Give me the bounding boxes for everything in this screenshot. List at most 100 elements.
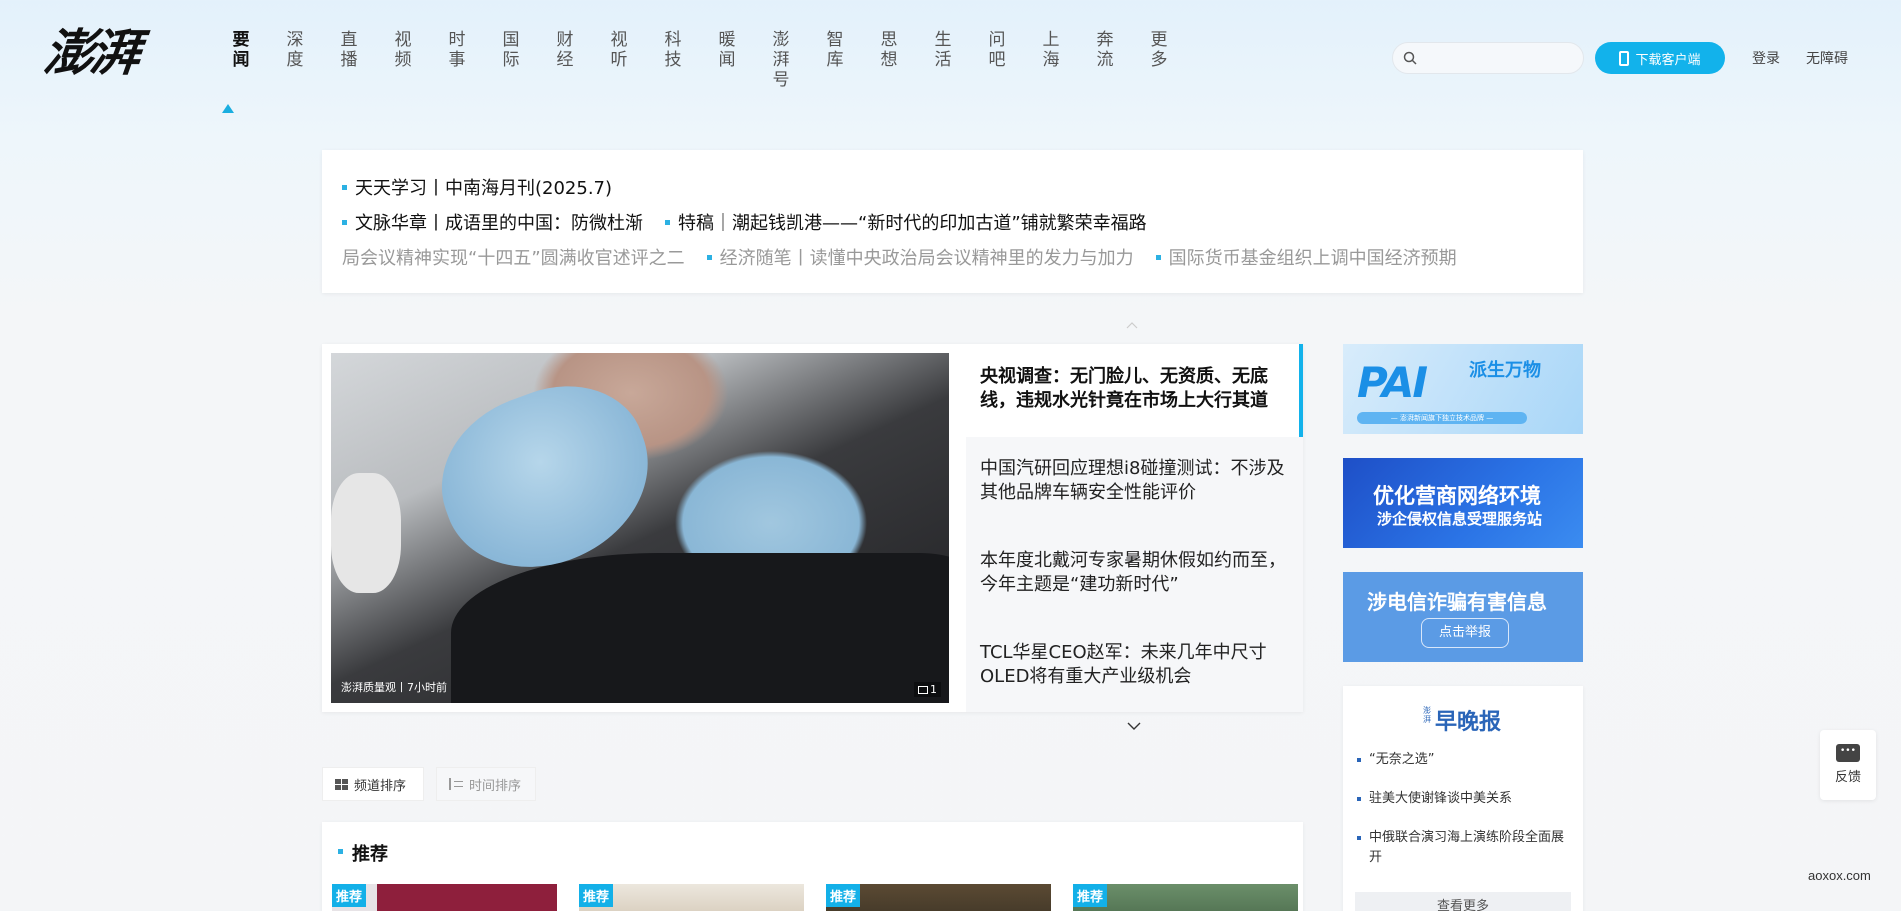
nav-item[interactable]: 视听 bbox=[592, 30, 646, 90]
download-app-button[interactable]: 下载客户端 bbox=[1595, 42, 1725, 74]
headline-photo[interactable]: 澎湃质量观丨7小时前 1 bbox=[331, 353, 949, 703]
nav-item[interactable]: 澎湃号 bbox=[754, 30, 808, 90]
nav-item[interactable]: 暖闻 bbox=[700, 30, 754, 90]
ticker-item-text[interactable]: 特稿｜潮起钱凯港——“新时代的印加古道”铺就繁荣幸福路 bbox=[678, 209, 1147, 235]
bullet-icon bbox=[342, 184, 347, 190]
nav-item-label: 暖闻 bbox=[718, 30, 736, 70]
nav-item-label: 科技 bbox=[664, 30, 682, 70]
business-environment-banner[interactable]: 优化营商网络环境 涉企侵权信息受理服务站 bbox=[1343, 458, 1583, 548]
banner-title: 涉电信诈骗有害信息 bbox=[1367, 590, 1547, 614]
nav-item[interactable]: 奔流 bbox=[1078, 30, 1132, 90]
shirt-shape bbox=[451, 553, 949, 703]
recommend-badge: 推荐 bbox=[1073, 884, 1108, 907]
news-card[interactable]: 推荐 bbox=[826, 884, 1051, 911]
view-more-button[interactable]: 查看更多 bbox=[1355, 892, 1571, 911]
search-box[interactable] bbox=[1392, 42, 1584, 74]
headline-item-active[interactable]: 央视调查：无门脸儿、无资质、无底线，违规水光针竟在市场上大行其道 bbox=[966, 344, 1303, 437]
photo-caption: 澎湃质量观丨7小时前 bbox=[341, 681, 447, 694]
report-item-text[interactable]: 驻美大使谢锋谈中美关系 bbox=[1369, 789, 1512, 809]
headline-item[interactable]: 本年度北戴河专家暑期休假如约而至，今年主题是“建功新时代” bbox=[966, 529, 1303, 621]
feedback-button[interactable]: 反馈 bbox=[1820, 730, 1876, 800]
report-item[interactable]: 中俄联合演习海上演练阶段全面展开 bbox=[1357, 828, 1573, 868]
report-button[interactable]: 点击举报 bbox=[1421, 618, 1509, 648]
nav-item[interactable]: 直播 bbox=[322, 30, 376, 90]
nav-item[interactable]: 问吧 bbox=[970, 30, 1024, 90]
nav-item-label: 视频 bbox=[394, 30, 412, 70]
news-card[interactable]: 推荐 bbox=[579, 884, 804, 911]
nav-item[interactable]: 深度 bbox=[268, 30, 322, 90]
nav-item-label: 思想 bbox=[880, 30, 898, 70]
nav-item[interactable]: 财经 bbox=[538, 30, 592, 90]
pai-banner[interactable]: PAI 派生万物 — 澎湃新闻旗下独立技术品牌 — bbox=[1343, 344, 1583, 434]
bullet-icon bbox=[1155, 254, 1161, 260]
accessibility-link[interactable]: 无障碍 bbox=[1806, 48, 1848, 68]
nav-item[interactable]: 上海 bbox=[1024, 30, 1078, 90]
phone-icon bbox=[1619, 50, 1630, 66]
nav-item[interactable]: 思想 bbox=[862, 30, 916, 90]
ticker-item-text[interactable]: 经济随笔丨读懂中央政治局会议精神里的发力与加力 bbox=[720, 244, 1134, 270]
morning-evening-report: 澎湃 早晚报 “无奈之选” 驻美大使谢锋谈中美关系 中俄联合演习海上演练阶段全面… bbox=[1343, 686, 1583, 911]
nav-item[interactable]: 生活 bbox=[916, 30, 970, 90]
ticker-item-text[interactable]: 天天学习丨中南海月刊(2025.7) bbox=[355, 174, 612, 200]
nav-item-label: 时事 bbox=[448, 30, 466, 70]
ticker-item[interactable]: 局会议精神实现“十四五”圆满收官述评之二 bbox=[342, 244, 685, 270]
report-item-text[interactable]: “无奈之选” bbox=[1369, 750, 1434, 770]
ticker-item-text[interactable]: 文脉华章丨成语里的中国：防微杜渐 bbox=[355, 209, 643, 235]
active-nav-indicator bbox=[222, 104, 234, 113]
headline-item[interactable]: TCL华星CEO赵军：未来几年中尺寸OLED将有重大产业级机会 bbox=[966, 621, 1303, 712]
recommend-badge: 推荐 bbox=[579, 884, 614, 907]
news-ticker: 天天学习丨中南海月刊(2025.7) 文脉华章丨成语里的中国：防微杜渐 特稿｜潮… bbox=[322, 150, 1583, 293]
bullet-icon bbox=[706, 254, 712, 260]
search-input[interactable] bbox=[1423, 48, 1573, 68]
report-title: 早晚报 bbox=[1435, 710, 1502, 735]
ticker-item[interactable]: 经济随笔丨读懂中央政治局会议精神里的发力与加力 bbox=[706, 244, 1134, 270]
site-logo[interactable]: 澎湃 bbox=[41, 22, 156, 84]
ticker-item-text[interactable]: 国际货币基金组织上调中国经济预期 bbox=[1169, 244, 1457, 270]
section-title: 推荐 bbox=[352, 844, 388, 865]
ticker-item[interactable]: 文脉华章丨成语里的中国：防微杜渐 bbox=[342, 209, 643, 235]
ticker-line-3: 局会议精神实现“十四五”圆满收官述评之二 经济随笔丨读懂中央政治局会议精神里的发… bbox=[342, 244, 1457, 270]
nav-item-label: 更多 bbox=[1150, 30, 1168, 70]
nav-item[interactable]: 时事 bbox=[430, 30, 484, 90]
nav-item-label: 视听 bbox=[610, 30, 628, 70]
headline-list: 央视调查：无门脸儿、无资质、无底线，违规水光针竟在市场上大行其道 中国汽研回应理… bbox=[958, 344, 1303, 712]
bullet-icon bbox=[338, 849, 343, 854]
report-item-text[interactable]: 中俄联合演习海上演练阶段全面展开 bbox=[1369, 828, 1573, 868]
news-card[interactable]: 推荐 bbox=[1073, 884, 1298, 911]
time-sort-button[interactable]: 时间排序 bbox=[436, 767, 536, 801]
nav-item-label: 直播 bbox=[340, 30, 358, 70]
nav-item[interactable]: 视频 bbox=[376, 30, 430, 90]
banner-title: 优化营商网络环境 bbox=[1373, 484, 1541, 508]
search-icon bbox=[1403, 51, 1417, 65]
list-icon bbox=[449, 778, 463, 790]
nav-item-label: 国际 bbox=[502, 30, 520, 70]
time-sort-label: 时间排序 bbox=[469, 778, 522, 794]
nav-item-label: 上海 bbox=[1042, 30, 1060, 70]
nav-item-label: 要闻 bbox=[232, 30, 250, 70]
report-item[interactable]: 驻美大使谢锋谈中美关系 bbox=[1357, 789, 1573, 809]
photo-count: 1 bbox=[930, 683, 937, 696]
nav-item[interactable]: 国际 bbox=[484, 30, 538, 90]
bullet-icon bbox=[1357, 797, 1361, 801]
report-item[interactable]: “无奈之选” bbox=[1357, 750, 1573, 770]
bullet-icon bbox=[665, 219, 670, 225]
nav-item[interactable]: 要闻 bbox=[214, 30, 268, 90]
glove-shape bbox=[331, 473, 401, 593]
ticker-item[interactable]: 天天学习丨中南海月刊(2025.7) bbox=[342, 174, 612, 200]
login-link[interactable]: 登录 bbox=[1752, 48, 1780, 68]
nav-item[interactable]: 科技 bbox=[646, 30, 700, 90]
nav-item[interactable]: 更多 bbox=[1132, 30, 1186, 90]
pai-tagline: — 澎湃新闻旗下独立技术品牌 — bbox=[1357, 412, 1527, 424]
bullet-icon bbox=[1357, 836, 1361, 840]
ticker-item[interactable]: 特稿｜潮起钱凯港——“新时代的印加古道”铺就繁荣幸福路 bbox=[665, 209, 1147, 235]
scroll-up-icon[interactable] bbox=[1126, 320, 1138, 332]
headline-item[interactable]: 中国汽研回应理想i8碰撞测试：不涉及其他品牌车辆安全性能评价 bbox=[966, 437, 1303, 529]
scroll-down-icon[interactable] bbox=[1126, 718, 1142, 734]
ticker-item[interactable]: 国际货币基金组织上调中国经济预期 bbox=[1155, 244, 1457, 270]
channel-sort-button[interactable]: 频道排序 bbox=[322, 767, 424, 801]
fraud-report-banner[interactable]: 涉电信诈骗有害信息 点击举报 bbox=[1343, 572, 1583, 662]
download-app-label: 下载客户端 bbox=[1635, 52, 1701, 68]
news-card[interactable]: 推荐 bbox=[332, 884, 557, 911]
nav-item[interactable]: 智库 bbox=[808, 30, 862, 90]
ticker-item-text[interactable]: 局会议精神实现“十四五”圆满收官述评之二 bbox=[342, 244, 685, 270]
